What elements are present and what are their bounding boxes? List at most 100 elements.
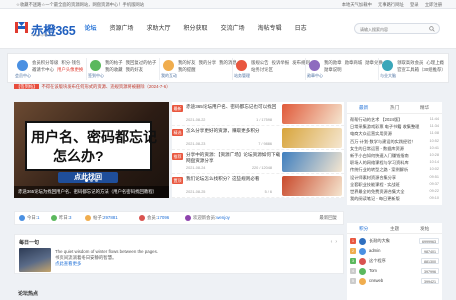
search-icon[interactable] [429, 26, 435, 32]
post-title[interactable]: 赤途365论坛用户名、密码都忘记也可以找回 [186, 104, 282, 110]
quick-link[interactable]: 站务讨论区 [251, 67, 273, 72]
rank-row[interactable]: 2 admin 987401 [350, 246, 439, 256]
sidebar-tab[interactable]: 主题 [390, 226, 399, 232]
featured-post[interactable]: 置顶 我们论坛怎么找积分？这些规则必看 2021-08-25 5 / 6 [172, 174, 344, 198]
sidebar-tab[interactable]: 最新 [359, 105, 368, 111]
sidebar-post-title[interactable]: 全套职业技能课程 - 实战班 [350, 182, 400, 187]
banner-caption[interactable]: 赤途365论坛为找回用户名、密码都忘记的方法（用户名密码找回教程） [14, 186, 169, 198]
quick-group-icon[interactable] [90, 60, 101, 71]
nav-site-link[interactable]: 无事路行网址 [378, 2, 404, 7]
announcement-ticker[interactable]: 【签到帖】 不得在该版块发布任何形式的资源、违规资源将被删除（2024-7-6） [14, 83, 344, 90]
rank-username[interactable]: Tom [369, 266, 377, 276]
featured-post[interactable]: 推荐 分享中的资源：【资源广场】论坛资源如何下载 网盘资源分享 2021-08-24… [172, 150, 344, 174]
sidebar-post-title[interactable]: 传统行业的转型之路 - 案例解析 [350, 167, 408, 172]
avatar[interactable] [359, 247, 366, 255]
rank-username[interactable]: 这个程序 [369, 256, 386, 266]
post-thumbnail[interactable] [282, 128, 342, 148]
featured-post[interactable]: 最新 赤途365论坛用户名、密码都忘记也可以找回 2021-08-22 1 / 175… [172, 102, 344, 126]
avatar[interactable] [359, 257, 366, 265]
banner-dot[interactable] [95, 179, 98, 182]
sidebar-post[interactable]: 百万·计划·数学与建设的实践经验！ 10:52 [350, 138, 439, 145]
quick-link[interactable]: 我的消息 [219, 60, 237, 65]
nav-item[interactable]: 淘帖专辑 [251, 9, 288, 49]
register-link[interactable]: 立即注册 [425, 2, 442, 7]
nav-item[interactable]: 论坛 [78, 9, 103, 49]
quick-link[interactable]: 用户头像更换 [57, 67, 83, 72]
sidebar-tab[interactable]: 发帖 [420, 226, 429, 232]
sidebar-post-title[interactable]: 新手小白如何快速入门赚钱指南 [350, 153, 409, 158]
quick-group-caption[interactable]: 勋章中心 [307, 73, 323, 79]
site-notice[interactable]: ☆收藏不迷路☆一个最全面的资源网站，网盘资源中心！手机版网站 [16, 2, 144, 8]
rank-username[interactable]: 长耐的大象 [369, 236, 390, 246]
sidebar-post[interactable]: 全套职业技能课程 - 实战班 09:37 [350, 181, 439, 188]
quick-group-caption[interactable]: 会员中心 [15, 73, 31, 79]
sidebar-post[interactable]: 传统行业的转型之路 - 案例解析 10:02 [350, 166, 439, 173]
sidebar-post[interactable]: 设计师素材资源合集分享 09:51 [350, 174, 439, 181]
rank-row[interactable]: 5 cnsweb 399421 [350, 276, 439, 286]
sidebar-post-title[interactable]: 日常采集游戏彩票 电子书籍 收集整理 [350, 124, 419, 129]
quick-link[interactable]: 我的好友 [178, 60, 196, 65]
quick-group-icon[interactable] [236, 60, 247, 71]
sidebar-post[interactable]: 帮帮行动的艺术 【2024版】 11:44 [350, 116, 439, 123]
sidebar-post[interactable]: 我的阅读笔记 - 每日更新版 09:10 [350, 195, 439, 202]
avatar[interactable] [359, 277, 366, 285]
sidebar-post-title[interactable]: 世界最全的免费资源合集大全 [350, 189, 404, 194]
post-thumbnail[interactable] [282, 104, 342, 124]
chevron-left-icon[interactable]: ‹ [331, 239, 333, 245]
quick-link[interactable]: 领取高效会员 [397, 60, 423, 65]
quick-group-caption[interactable]: 签到中心 [88, 73, 104, 79]
rank-row[interactable]: 3 这个程序 881300 [350, 256, 439, 266]
quick-link[interactable]: 心理上瘾 [426, 60, 444, 65]
sidebar-post-title[interactable]: 设计师素材资源合集分享 [350, 175, 396, 180]
weather-link[interactable]: 本地天气加载中 [342, 2, 372, 7]
sidebar-post-title[interactable]: 我的阅读笔记 - 每日更新版 [350, 196, 400, 201]
rank-row[interactable]: 4 Tom 397996 [350, 266, 439, 276]
post-thumbnail[interactable] [282, 152, 342, 172]
quick-link[interactable]: 我的收藏 [105, 67, 123, 72]
quick-link[interactable]: 我的帖子 [105, 60, 123, 65]
featured-post[interactable]: 精选 怎么分享更好的资源，赚取更多积分 2021-08-23 7 / 9886 [172, 126, 344, 150]
quick-link[interactable]: 勋章兑换 [365, 60, 383, 65]
sidebar-post-title[interactable]: 电商大众运营实用资源 [350, 131, 392, 136]
quick-link[interactable]: 我的勋章 [324, 60, 342, 65]
rank-username[interactable]: admin [369, 246, 380, 256]
site-logo[interactable]: 赤橙365 chicheng365.com [14, 19, 76, 38]
nav-item[interactable]: 日志 [288, 9, 313, 49]
quick-group-caption[interactable]: 站务管理 [234, 73, 250, 79]
post-title[interactable]: 分享中的资源：【资源广场】论坛资源如何下载 网盘资源分享 [186, 152, 282, 164]
sidebar-tab[interactable]: 精华 [420, 105, 429, 111]
quick-group-caption[interactable]: 我的互动 [161, 73, 177, 79]
login-link[interactable]: 登录 [410, 2, 419, 7]
sidebar-post-title[interactable]: 女生的日常运营 - 数据库资源 [350, 146, 404, 151]
banner-dot[interactable] [85, 179, 88, 182]
nav-item[interactable]: 资源广场 [103, 9, 140, 49]
quick-link[interactable]: 版规公告 [251, 60, 269, 65]
rank-username[interactable]: cnsweb [369, 276, 383, 286]
quick-link[interactable]: 会员积分等级 [32, 60, 58, 65]
sidebar-post[interactable]: 电商大众运营实用资源 11:08 [350, 130, 439, 137]
stat-value[interactable]: wenjoy [216, 215, 230, 220]
post-title[interactable]: 怎么分享更好的资源，赚取更多积分 [186, 128, 282, 134]
sidebar-post[interactable]: 世界最全的免费资源合集大全 09:22 [350, 188, 439, 195]
quick-group-icon[interactable] [382, 60, 393, 71]
sidebar-post-title[interactable]: 帮帮行动的艺术 【2024版】 [350, 117, 402, 122]
quick-link[interactable]: 积分·钱包 [61, 60, 80, 65]
sidebar-post[interactable]: 日常采集游戏彩票 电子书籍 收集整理 11:34 [350, 123, 439, 130]
quick-link[interactable]: 发布规则 [292, 60, 310, 65]
sidebar-post[interactable]: 新手小白如何快速入门赚钱指南 10:28 [350, 152, 439, 159]
sidebar-post-title[interactable]: 职场人的网络课程与学习资料库 [350, 160, 409, 165]
chevron-right-icon[interactable]: › [335, 239, 337, 245]
quick-link[interactable]: 我的好友 [126, 67, 144, 72]
nav-item[interactable]: 交流广场 [214, 9, 251, 49]
sidebar-post-title[interactable]: 百万·计划·数学与建设的实践经验！ [350, 139, 416, 144]
nav-item[interactable]: 积分获取 [177, 9, 214, 49]
quick-group-icon[interactable] [309, 60, 320, 71]
avatar[interactable] [359, 267, 366, 275]
sidebar-tab[interactable]: 热门 [390, 105, 399, 111]
quick-group-icon[interactable] [163, 60, 174, 71]
search-input[interactable] [360, 25, 430, 33]
quick-link[interactable]: 我的提醒 [178, 67, 196, 72]
quick-group-caption[interactable]: 与业大脑 [380, 73, 396, 79]
daily-more-link[interactable]: 点此查看更多 [55, 261, 235, 267]
quick-link[interactable]: 勋章商城 [345, 60, 363, 65]
